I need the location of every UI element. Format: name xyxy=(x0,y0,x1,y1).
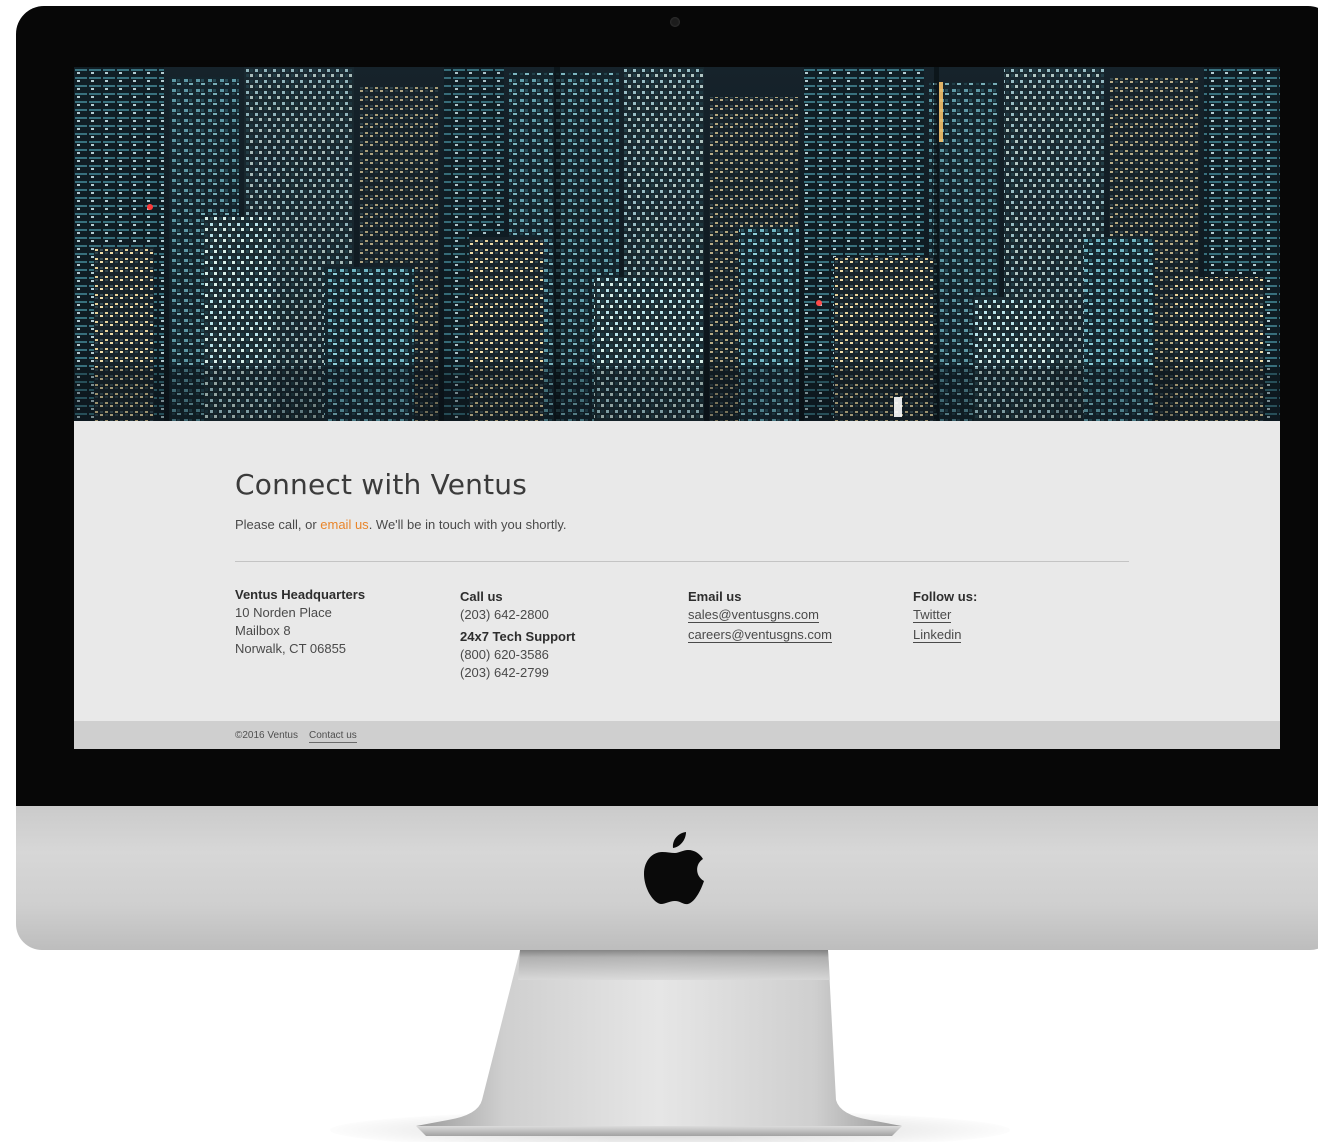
email-column: Email us sales@ventusgns.com careers@ven… xyxy=(688,588,832,646)
email-heading: Email us xyxy=(688,589,742,604)
apple-logo-icon xyxy=(644,832,704,905)
main-phone: (203) 642-2800 xyxy=(460,607,549,622)
browser-screen: Connect with Ventus Please call, or emai… xyxy=(74,67,1280,749)
address-line: Norwalk, CT 06855 xyxy=(235,641,347,656)
call-column: Call us (203) 642-2800 24x7 Tech Support… xyxy=(460,588,575,682)
support-heading: 24x7 Tech Support xyxy=(460,629,576,644)
sales-email-link[interactable]: sales@ventusgns.com xyxy=(688,607,819,623)
address-line: Mailbox 8 xyxy=(235,623,291,638)
contact-us-link[interactable]: Contact us xyxy=(309,730,357,743)
linkedin-link[interactable]: Linkedin xyxy=(913,627,962,643)
night-city-skyline-image xyxy=(74,67,1280,421)
page-title: Connect with Ventus xyxy=(235,468,528,501)
address-line: 10 Norden Place xyxy=(235,605,332,620)
headquarters-column: Ventus Headquarters 10 Norden Place Mail… xyxy=(235,586,365,658)
monitor-stand xyxy=(416,950,902,1136)
contact-section: Connect with Ventus Please call, or emai… xyxy=(74,421,1280,721)
careers-email-link[interactable]: careers@ventusgns.com xyxy=(688,627,832,643)
support-phone: (800) 620-3586 xyxy=(460,647,549,662)
imac-mockup: Connect with Ventus Please call, or emai… xyxy=(0,0,1318,1142)
headquarters-heading: Ventus Headquarters xyxy=(235,587,366,602)
intro-text-after: . We'll be in touch with you shortly. xyxy=(368,517,567,532)
twitter-link[interactable]: Twitter xyxy=(913,607,952,623)
copyright-text: ©2016 Ventus xyxy=(235,730,298,741)
camera-icon xyxy=(670,17,680,27)
call-heading: Call us xyxy=(460,589,503,604)
follow-heading: Follow us: xyxy=(913,589,978,604)
email-us-link[interactable]: email us xyxy=(320,517,368,532)
contact-intro: Please call, or email us. We'll be in to… xyxy=(235,517,567,532)
site-footer: ©2016 Ventus Contact us xyxy=(74,721,1280,749)
section-divider xyxy=(235,561,1129,562)
intro-text-before: Please call, or xyxy=(235,517,321,532)
follow-column: Follow us: Twitter Linkedin xyxy=(913,588,977,646)
support-phone: (203) 642-2799 xyxy=(460,665,549,680)
